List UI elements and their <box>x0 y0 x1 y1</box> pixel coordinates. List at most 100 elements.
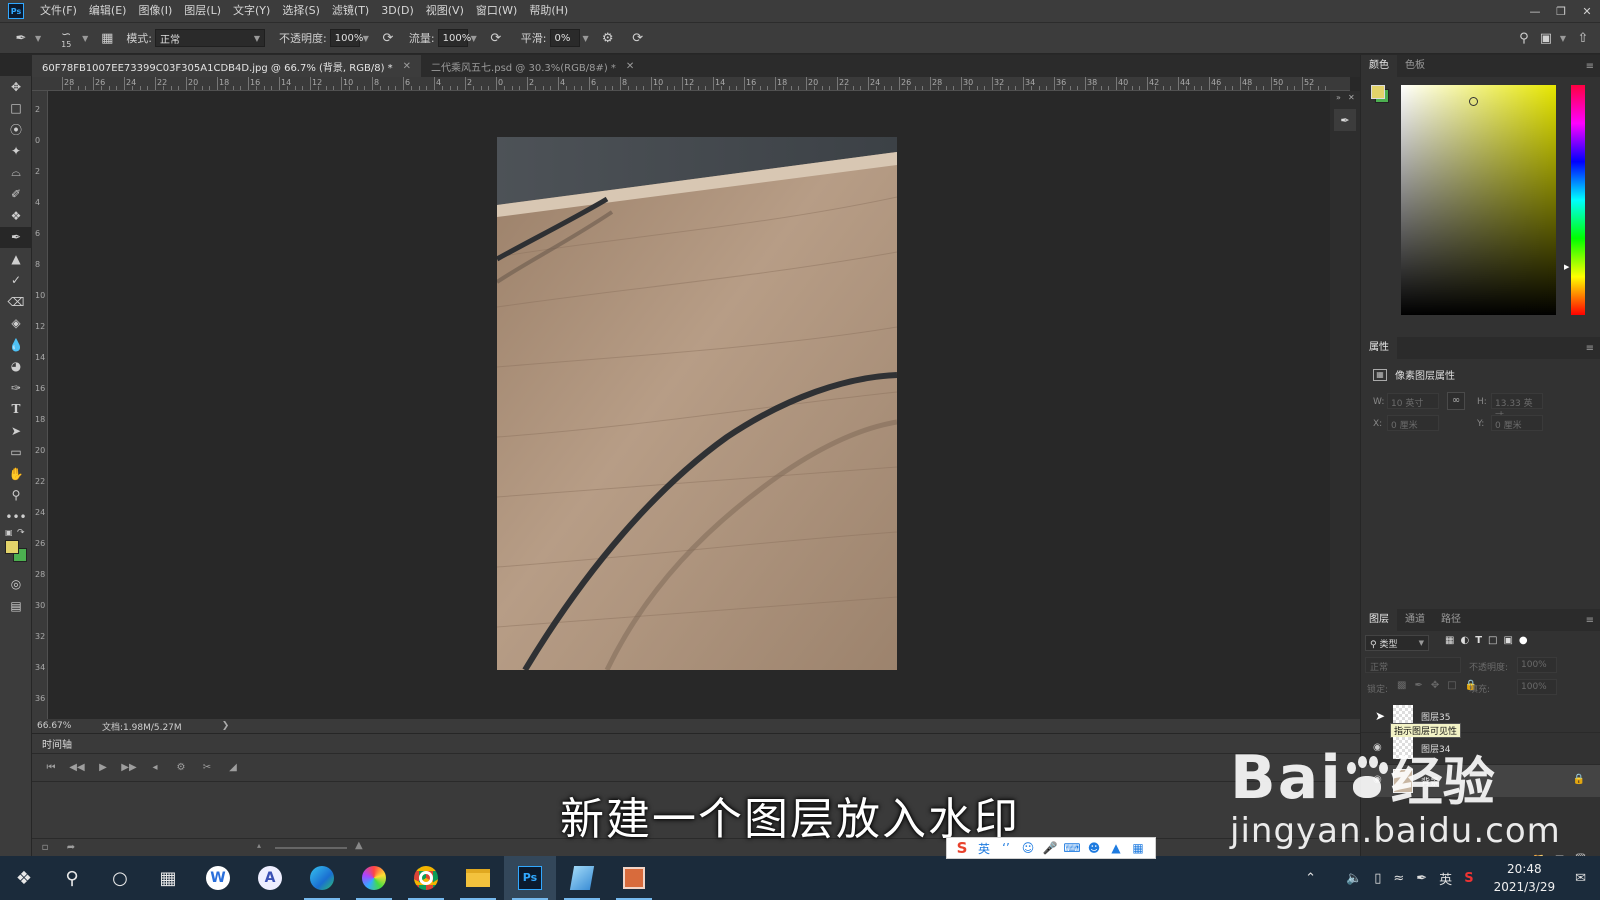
search-icon[interactable]: ⚲ <box>48 856 96 900</box>
minimize-button[interactable]: — <box>1522 0 1548 22</box>
marquee-tool-icon[interactable]: □ <box>0 98 32 120</box>
blur-tool-icon[interactable]: 💧 <box>0 334 32 356</box>
saturation-brightness-field[interactable] <box>1401 85 1556 315</box>
app-a-icon[interactable]: A <box>244 856 296 900</box>
tray-expand-icon[interactable]: ⌃ <box>1305 871 1316 886</box>
punctuation-icon[interactable]: ‘’ <box>995 841 1017 855</box>
chevron-down-icon[interactable]: ▼ <box>471 34 477 43</box>
mode-select[interactable]: 正常 ▼ <box>155 29 266 47</box>
healing-brush-tool-icon[interactable]: ❖ <box>0 205 32 227</box>
tab-document-jpg[interactable]: 60F78FB1007EE73399C03F305A1CDB4D.jpg @ 6… <box>32 55 422 77</box>
swap-colors-icon[interactable]: ↷ <box>17 528 25 538</box>
quick-mask-icon[interactable]: ◎ <box>0 574 32 596</box>
ime-mode[interactable]: 英 <box>973 840 995 857</box>
blend-mode-select[interactable]: 正常 <box>1365 657 1461 673</box>
audio-icon[interactable]: ◂ <box>142 758 168 778</box>
zoom-out-icon[interactable]: ▴ <box>257 841 261 850</box>
app-w-icon[interactable]: W <box>192 856 244 900</box>
input-language[interactable]: 英 <box>1439 869 1452 888</box>
wifi-icon[interactable]: ≈ <box>1393 871 1404 886</box>
width-field[interactable]: 10 英寸 <box>1387 393 1439 409</box>
hand-tool-icon[interactable]: ✋ <box>0 463 32 485</box>
timeline-zoom-slider[interactable]: ▴ ▲ <box>257 840 367 851</box>
file-explorer-icon[interactable] <box>452 856 504 900</box>
zoom-in-icon[interactable]: ▲ <box>355 840 363 851</box>
history-brush-tool-icon[interactable]: ✓ <box>0 270 32 292</box>
layer-name[interactable]: 图层35 <box>1421 710 1450 723</box>
slider-track[interactable] <box>275 847 347 849</box>
skin-icon[interactable]: ▲ <box>1105 841 1127 855</box>
screen-mode-icon[interactable]: ▤ <box>0 595 32 617</box>
expand-icon[interactable]: » <box>1336 93 1341 102</box>
menu-filter[interactable]: 滤镜(T) <box>326 0 375 22</box>
more-tools-icon[interactable]: ••• <box>0 506 32 528</box>
rectangle-tool-icon[interactable]: ▭ <box>0 442 32 464</box>
zoom-level[interactable]: 66.67% <box>37 721 102 731</box>
link-icon[interactable]: ∞ <box>1447 392 1465 410</box>
menu-file[interactable]: 文件(F) <box>34 0 83 22</box>
tab-layers[interactable]: 图层 <box>1361 609 1397 631</box>
clock[interactable]: 20:48 2021/3/29 <box>1494 860 1556 896</box>
menu-window[interactable]: 窗口(W) <box>470 0 523 22</box>
task-view-icon[interactable]: ▦ <box>144 856 192 900</box>
layer-filter-select[interactable]: ⚲ 类型 ▼ <box>1365 635 1429 651</box>
pen-icon[interactable]: ✒ <box>1416 871 1427 886</box>
notepad-app-icon[interactable] <box>556 856 608 900</box>
tab-swatches[interactable]: 色板 <box>1397 55 1433 77</box>
edge-browser-icon[interactable] <box>296 856 348 900</box>
restore-button[interactable]: ❐ <box>1548 0 1574 22</box>
pressure-opacity-icon[interactable]: ⟳ <box>377 27 399 49</box>
document-image[interactable] <box>497 137 897 670</box>
menu-select[interactable]: 选择(S) <box>276 0 326 22</box>
dodge-tool-icon[interactable]: ◕ <box>0 356 32 378</box>
menu-image[interactable]: 图像(I) <box>132 0 178 22</box>
lasso-tool-icon[interactable]: ⦿ <box>0 119 32 141</box>
filter-type-icon[interactable]: T <box>1475 635 1482 646</box>
lock-transparent-icon[interactable]: ▩ <box>1397 680 1406 691</box>
battery-icon[interactable]: ▯ <box>1374 871 1381 886</box>
fill-field[interactable]: 100% <box>1517 679 1557 695</box>
sogou-ime-toolbar[interactable]: S 英 ‘’ ☺ 🎤 ⌨ ☻ ▲ ▦ <box>946 837 1156 859</box>
menu-view[interactable]: 视图(V) <box>420 0 470 22</box>
height-field[interactable]: 13.33 英寸 <box>1491 393 1543 422</box>
type-tool-icon[interactable]: T <box>0 399 32 421</box>
panel-menu-icon[interactable]: ≡ <box>1586 343 1594 354</box>
color-picker-cursor[interactable] <box>1469 97 1478 106</box>
chevron-down-icon[interactable]: ▼ <box>1560 34 1566 43</box>
lock-position-icon[interactable]: ✥ <box>1431 680 1439 691</box>
foreground-color-swatch[interactable] <box>1371 85 1385 99</box>
voice-icon[interactable]: 🎤 <box>1039 841 1061 855</box>
play-icon[interactable]: ▶ <box>90 758 116 778</box>
chevron-down-icon[interactable]: ▼ <box>35 34 41 43</box>
filter-pixel-icon[interactable]: ▦ <box>1445 635 1454 646</box>
emoji-icon[interactable]: ☺ <box>1017 841 1039 855</box>
y-field[interactable]: 0 厘米 <box>1491 415 1543 431</box>
paint-bucket-tool-icon[interactable]: ◈ <box>0 313 32 335</box>
flow-field[interactable]: 100% <box>437 29 471 47</box>
close-icon[interactable]: ✕ <box>626 61 634 72</box>
eyedropper-tool-icon[interactable]: ✐ <box>0 184 32 206</box>
photoshop-taskbar-icon[interactable]: Ps <box>504 856 556 900</box>
brush-size-picker[interactable]: ∽ 15 <box>55 25 79 51</box>
render-icon[interactable]: ➦ <box>58 838 84 858</box>
workspace-icon[interactable]: ▣ <box>1535 27 1557 49</box>
opacity-field[interactable]: 100% <box>329 29 363 47</box>
volume-icon[interactable]: 🔈 <box>1346 871 1362 886</box>
close-icon[interactable]: ✕ <box>1348 93 1355 102</box>
share-icon[interactable]: ⇧ <box>1572 27 1594 49</box>
airbrush-icon[interactable]: ⟳ <box>485 27 507 49</box>
panel-menu-icon[interactable]: ≡ <box>1586 615 1594 626</box>
transition-icon[interactable]: ◢ <box>220 758 246 778</box>
close-window-button[interactable]: ✕ <box>1574 0 1600 22</box>
office-app-icon[interactable] <box>608 856 660 900</box>
search-icon[interactable]: ⚲ <box>1513 27 1535 49</box>
lock-artboard-icon[interactable]: □ <box>1447 680 1456 691</box>
default-colors-icon[interactable]: ▣ <box>5 528 13 537</box>
layer-opacity-field[interactable]: 100% <box>1517 657 1557 673</box>
menu-type[interactable]: 文字(Y) <box>227 0 276 22</box>
photos-app-icon[interactable] <box>348 856 400 900</box>
user-icon[interactable]: ☻ <box>1083 841 1105 855</box>
tab-color[interactable]: 颜色 <box>1361 55 1397 77</box>
first-frame-icon[interactable]: ⏮ <box>38 758 64 778</box>
foreground-color-swatch[interactable] <box>5 539 19 554</box>
